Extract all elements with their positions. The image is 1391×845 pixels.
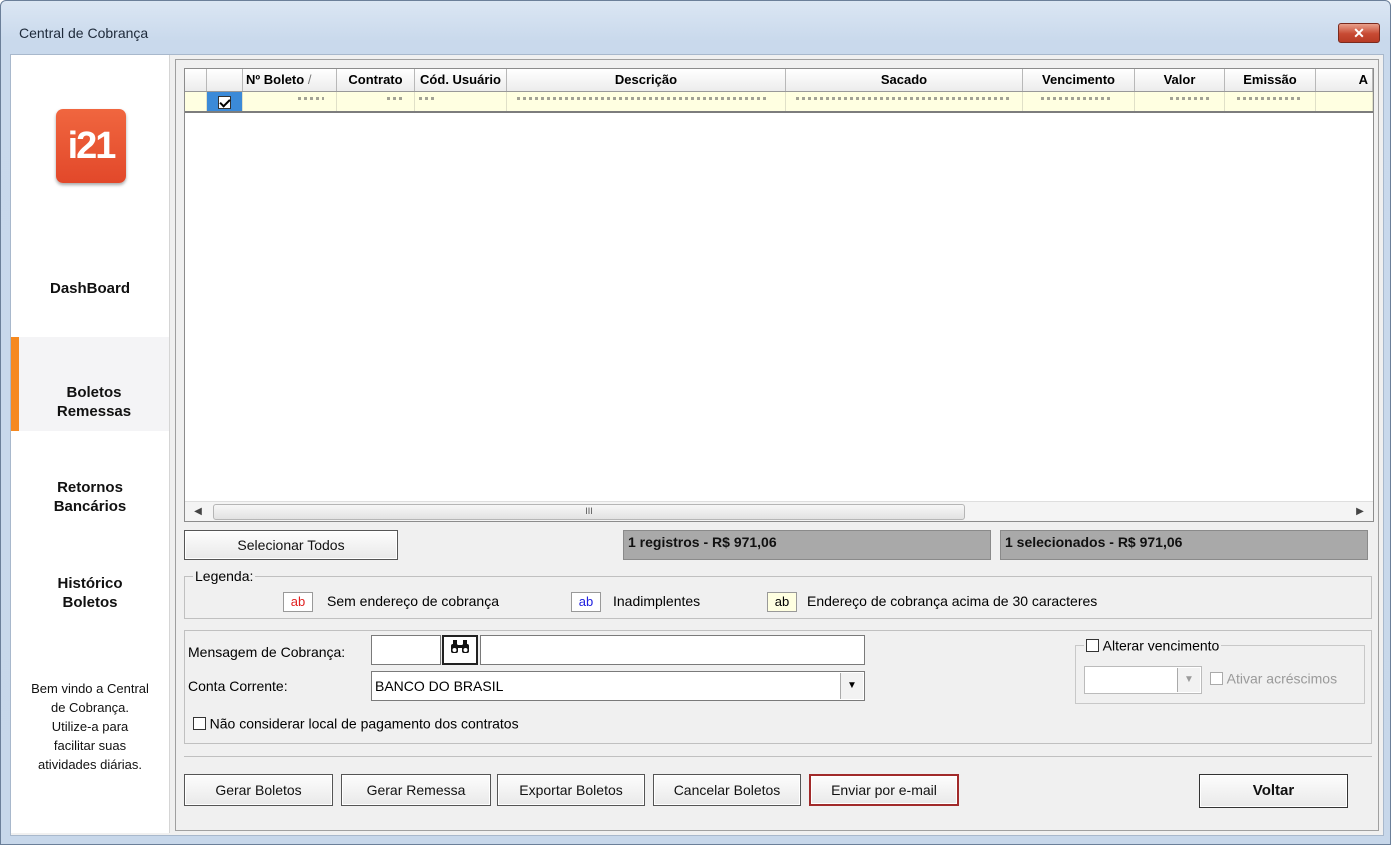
- welcome-text: Bem vindo a Central de Cobrança. Utilize…: [11, 679, 169, 774]
- column-header-sacado[interactable]: Sacado: [786, 69, 1023, 91]
- conta-corrente-select[interactable]: BANCO DO BRASIL ▼: [371, 671, 865, 701]
- app-window: Central de Cobrança ✕ i21 DashBoard Bole…: [0, 0, 1391, 845]
- grid-header: Nº Boleto / Contrato Cód. Usuário Descri…: [185, 69, 1373, 92]
- column-header-emissao[interactable]: Emissão: [1225, 69, 1316, 91]
- legend-sample-inadimplentes: ab: [571, 592, 601, 612]
- column-header-select[interactable]: [207, 69, 243, 91]
- cell-numero-boleto: [243, 92, 337, 111]
- enviar-email-button[interactable]: Enviar por e-mail: [809, 774, 959, 806]
- cell-emissao: [1225, 92, 1316, 111]
- conta-label: Conta Corrente:: [188, 678, 288, 694]
- column-header-indicator: [185, 69, 207, 91]
- row-indicator: [185, 92, 207, 111]
- sidebar-item-label: Histórico Boletos: [57, 575, 123, 611]
- sidebar-item-label: Retornos Bancários: [53, 479, 127, 515]
- sidebar-item-label: Boletos Remessas: [56, 384, 132, 420]
- binoculars-search-button[interactable]: [442, 635, 478, 665]
- ativar-acrescimos-label: Ativar acréscimos: [1226, 670, 1338, 687]
- mensagem-code-input[interactable]: [371, 635, 441, 665]
- vencimento-date-select[interactable]: ▼: [1084, 666, 1202, 694]
- sort-indicator-icon: /: [307, 72, 312, 87]
- column-header-vencimento[interactable]: Vencimento: [1023, 69, 1135, 91]
- legend-title: Legenda:: [195, 568, 254, 584]
- table-row[interactable]: [185, 92, 1373, 113]
- cell-cod-usuario: [415, 92, 507, 111]
- mensagem-text-input[interactable]: [480, 635, 865, 665]
- cell-descricao: [507, 92, 786, 111]
- cell-valor: [1135, 92, 1225, 111]
- cell-vencimento: [1023, 92, 1135, 111]
- scroll-right-icon[interactable]: ▶: [1351, 502, 1369, 521]
- row-select-cell[interactable]: [207, 92, 243, 111]
- ativar-acrescimos-checkbox[interactable]: [1210, 672, 1223, 686]
- select-all-button[interactable]: Selecionar Todos: [184, 530, 398, 560]
- legend-text-inadimplentes: Inadimplentes: [613, 593, 701, 609]
- alterar-vencimento-label: Alterar vencimento: [1102, 637, 1220, 654]
- close-button[interactable]: ✕: [1338, 23, 1380, 43]
- row-checkbox[interactable]: [218, 96, 231, 110]
- sidebar-item-dashboard[interactable]: DashBoard: [11, 279, 169, 299]
- chevron-down-icon[interactable]: ▼: [840, 673, 863, 699]
- legend-text-endereco-longo: Endereço de cobrança acima de 30 caracte…: [807, 593, 1098, 609]
- ativar-acrescimos-group[interactable]: Ativar acréscimos: [1210, 670, 1337, 687]
- scroll-thumb[interactable]: III: [213, 504, 965, 520]
- horizontal-scrollbar[interactable]: ◀ III ▶: [185, 501, 1373, 521]
- column-header-a[interactable]: A: [1316, 69, 1373, 91]
- nao-considerar-checkbox-group[interactable]: Não considerar local de pagamento dos co…: [193, 715, 519, 732]
- nao-considerar-checkbox[interactable]: [193, 717, 206, 731]
- sidebar-item-historico-boletos[interactable]: Histórico Boletos: [11, 555, 169, 611]
- alterar-vencimento-group: Alterar vencimento ▼ Ativar acréscimos: [1075, 637, 1365, 704]
- gerar-boletos-button[interactable]: Gerar Boletos: [184, 774, 333, 806]
- cancelar-boletos-button[interactable]: Cancelar Boletos: [653, 774, 801, 806]
- conta-corrente-value: BANCO DO BRASIL: [375, 678, 504, 694]
- window-title: Central de Cobrança: [19, 25, 149, 41]
- boletos-grid[interactable]: Nº Boleto / Contrato Cód. Usuário Descri…: [184, 68, 1374, 522]
- main-panel: Nº Boleto / Contrato Cód. Usuário Descri…: [175, 59, 1379, 831]
- chevron-down-icon[interactable]: ▼: [1177, 668, 1200, 692]
- legend-sample-endereco-longo: ab: [767, 592, 797, 612]
- column-header-numero-boleto[interactable]: Nº Boleto /: [243, 69, 337, 91]
- selected-summary: 1 selecionados - R$ 971,06: [1000, 530, 1368, 560]
- gerar-remessa-button[interactable]: Gerar Remessa: [341, 774, 491, 806]
- sidebar: i21 DashBoard Boletos Remessas Retornos …: [11, 55, 170, 833]
- billing-form: Mensagem de Cobrança: Conta Corrente: BA…: [184, 630, 1372, 744]
- alterar-vencimento-checkbox[interactable]: [1086, 639, 1099, 653]
- column-header-contrato[interactable]: Contrato: [337, 69, 415, 91]
- legend-sample-sem-endereco: ab: [283, 592, 313, 612]
- client-area: i21 DashBoard Boletos Remessas Retornos …: [10, 54, 1384, 836]
- column-header-valor[interactable]: Valor: [1135, 69, 1225, 91]
- sidebar-item-retornos-bancarios[interactable]: Retornos Bancários: [11, 459, 169, 515]
- column-header-cod-usuario[interactable]: Cód. Usuário: [415, 69, 507, 91]
- title-bar: Central de Cobrança ✕: [1, 1, 1390, 43]
- column-header-descricao[interactable]: Descrição: [507, 69, 786, 91]
- exportar-boletos-button[interactable]: Exportar Boletos: [497, 774, 645, 806]
- legend-text-sem-endereco: Sem endereço de cobrança: [327, 593, 499, 609]
- alterar-vencimento-toggle[interactable]: Alterar vencimento: [1084, 637, 1222, 654]
- cell-sacado: [786, 92, 1023, 111]
- binoculars-icon: [450, 640, 470, 658]
- voltar-button[interactable]: Voltar: [1199, 774, 1348, 808]
- welcome-message: Bem vindo a Central de Cobrança. Utilize…: [31, 681, 149, 772]
- legend-group: Legenda: ab Sem endereço de cobrança ab …: [184, 568, 1372, 619]
- cell-contrato: [337, 92, 415, 111]
- sidebar-item-boletos-remessas[interactable]: Boletos Remessas: [11, 337, 169, 431]
- app-logo: i21: [56, 109, 126, 183]
- sidebar-item-label: DashBoard: [49, 280, 131, 297]
- records-summary: 1 registros - R$ 971,06: [623, 530, 991, 560]
- nao-considerar-label: Não considerar local de pagamento dos co…: [209, 715, 519, 732]
- column-header-label: Nº Boleto: [246, 72, 305, 87]
- mensagem-label: Mensagem de Cobrança:: [188, 644, 346, 660]
- scroll-left-icon[interactable]: ◀: [189, 502, 207, 521]
- cell-a: [1316, 92, 1373, 111]
